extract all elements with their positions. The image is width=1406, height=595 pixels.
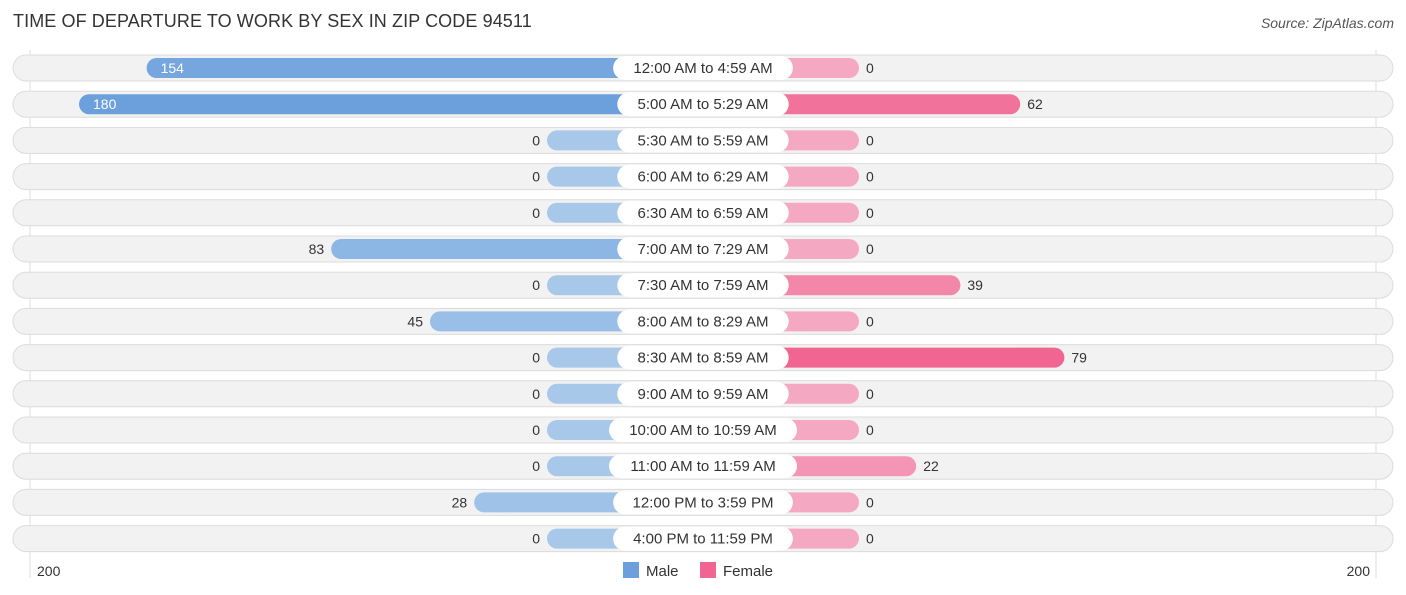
male-value-label: 0	[532, 386, 540, 402]
female-value-label: 39	[967, 277, 983, 293]
male-value-label: 0	[532, 350, 540, 366]
category-label: 4:00 PM to 11:59 PM	[633, 531, 773, 548]
category-label: 5:00 AM to 5:29 AM	[638, 96, 769, 113]
category-label: 6:00 AM to 6:29 AM	[638, 169, 769, 186]
male-value-label: 0	[532, 169, 540, 185]
category-label: 8:00 AM to 8:29 AM	[638, 313, 769, 330]
male-value-label: 0	[532, 458, 540, 474]
category-label: 6:30 AM to 6:59 AM	[638, 205, 769, 222]
category-label: 7:30 AM to 7:59 AM	[638, 277, 769, 294]
female-value-label: 0	[866, 313, 874, 329]
female-value-label: 0	[866, 386, 874, 402]
legend-male-swatch	[623, 562, 639, 578]
male-value-label: 28	[452, 494, 468, 510]
female-value-label: 0	[866, 60, 874, 76]
axis-label-left: 200	[37, 563, 61, 579]
axis-label-right: 200	[1347, 563, 1371, 579]
female-value-label: 0	[866, 169, 874, 185]
male-value-label: 0	[532, 422, 540, 438]
legend-female-swatch	[700, 562, 716, 578]
category-label: 9:00 AM to 9:59 AM	[638, 386, 769, 403]
male-bar	[79, 94, 703, 115]
male-value-label: 0	[532, 205, 540, 221]
category-label: 5:30 AM to 5:59 AM	[638, 132, 769, 149]
female-value-label: 79	[1071, 350, 1087, 366]
male-value-label: 83	[309, 241, 325, 257]
category-label: 11:00 AM to 11:59 AM	[630, 458, 775, 475]
male-value-label: 0	[532, 277, 540, 293]
male-value-label: 0	[532, 531, 540, 547]
female-value-label: 0	[866, 205, 874, 221]
female-value-label: 0	[866, 422, 874, 438]
male-value-label: 0	[532, 132, 540, 148]
category-label: 12:00 PM to 3:59 PM	[633, 494, 774, 511]
female-value-label: 62	[1027, 96, 1043, 112]
female-value-label: 22	[923, 458, 939, 474]
female-value-label: 0	[866, 494, 874, 510]
male-value-label: 180	[93, 96, 117, 112]
category-label: 8:30 AM to 8:59 AM	[638, 350, 769, 367]
female-value-label: 0	[866, 132, 874, 148]
legend-female-label: Female	[723, 563, 773, 580]
category-label: 12:00 AM to 4:59 AM	[633, 60, 772, 77]
chart-canvas: 12:00 AM to 4:59 AM 154 0 5:00 AM to 5:29 A…	[12, 50, 1394, 580]
female-value-label: 0	[866, 531, 874, 547]
female-value-label: 0	[866, 241, 874, 257]
male-value-label: 154	[161, 60, 185, 76]
legend-male-label: Male	[646, 563, 679, 580]
category-label: 7:00 AM to 7:29 AM	[638, 241, 769, 258]
category-label: 10:00 AM to 10:59 AM	[629, 422, 777, 439]
male-value-label: 45	[407, 313, 423, 329]
